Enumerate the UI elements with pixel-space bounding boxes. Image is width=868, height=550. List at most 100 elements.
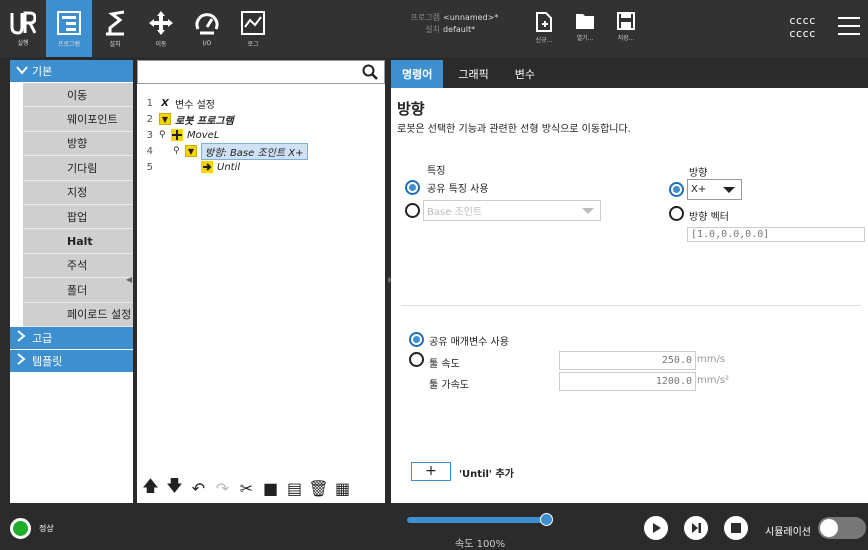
simulation-toggle[interactable]	[818, 517, 866, 539]
cut-icon[interactable]: ✂	[237, 479, 256, 498]
search-icon[interactable]	[362, 64, 378, 80]
new-file-icon	[536, 12, 552, 32]
tab-variables[interactable]: 변수	[504, 60, 546, 88]
log-tab-label: 로그	[247, 40, 259, 48]
move-down-icon[interactable]: 🡇	[165, 476, 184, 498]
basic-category[interactable]: 기본	[10, 60, 133, 83]
feature-radio[interactable]	[405, 203, 420, 218]
status-text: 정상	[39, 524, 54, 533]
paste-icon[interactable]: ▤	[285, 479, 304, 498]
tree-row[interactable]: 3 ⚲ MoveL	[137, 127, 219, 143]
feature-dropdown[interactable]: Base 조인트	[423, 200, 601, 221]
menu-icon[interactable]	[838, 17, 860, 41]
io-tab[interactable]: I/O	[184, 0, 230, 57]
command-item-set-payload[interactable]: 페이로드 설정	[23, 302, 133, 327]
shared-params-radio[interactable]	[409, 332, 424, 347]
robot-arm-icon	[106, 10, 125, 35]
tree-row[interactable]: 2 ▼ 로봇 프로그램	[137, 111, 234, 127]
play-icon[interactable]	[644, 516, 668, 540]
command-item-folder[interactable]: 폴더	[23, 278, 133, 303]
installation-key: 설치	[425, 25, 440, 34]
tree-row-label-selected: 방향: Base 조인트 X+	[201, 142, 308, 160]
tree-row[interactable]: 4 ⚲ ▼ 방향: Base 조인트 X+	[137, 142, 308, 160]
expand-arrow-icon[interactable]: ▼	[159, 113, 171, 125]
save-icon	[617, 12, 635, 30]
shared-feature-radio[interactable]	[405, 180, 420, 195]
installation-tab[interactable]: 설치	[92, 0, 138, 57]
shared-params-label: 공유 매개변수 사용	[429, 337, 509, 348]
advanced-category[interactable]: 고급	[10, 326, 133, 350]
tab-graphics[interactable]: 그래픽	[447, 60, 499, 88]
speed-slider-track[interactable]	[407, 517, 547, 523]
user-info[interactable]: cccc cccc	[789, 14, 816, 40]
copy-icon[interactable]: ■	[261, 479, 280, 498]
program-tab[interactable]: 프로그램	[46, 0, 92, 57]
log-tab[interactable]: 로그	[230, 0, 276, 57]
program-info: 프로그램 <unnamed>* 설치 default*	[404, 12, 499, 36]
tool-speed-radio[interactable]	[409, 352, 424, 367]
move-tab[interactable]: 이동	[138, 0, 184, 57]
chevron-down-icon	[16, 65, 28, 78]
undo-icon[interactable]: ↶	[189, 479, 208, 498]
command-item-waypoint[interactable]: 웨이포인트	[23, 107, 133, 132]
simulation-label: 시뮬레이션	[765, 527, 811, 538]
toggle-knob	[820, 519, 838, 537]
direction-vector-field[interactable]: [1.0,0.0,0.0]	[687, 227, 865, 242]
program-key: 프로그램	[410, 13, 440, 22]
command-item-set[interactable]: 지정	[23, 180, 133, 205]
tree-search-input[interactable]	[137, 60, 385, 84]
new-button[interactable]: 신규...	[524, 12, 564, 48]
add-until-label: 'Until' 추가	[459, 469, 514, 480]
command-item-direction[interactable]: 방향	[23, 131, 133, 157]
command-item-comment[interactable]: 주석	[23, 253, 133, 279]
program-icon	[57, 10, 81, 35]
installation-tab-label: 설치	[109, 40, 121, 48]
add-until-button[interactable]: +	[411, 462, 451, 481]
command-title: 방향	[397, 100, 425, 118]
command-item-popup[interactable]: 팝업	[23, 204, 133, 230]
line-number: 5	[146, 161, 153, 173]
command-description: 로봇은 선택한 기능과 관련한 선형 방식으로 이동합니다.	[397, 124, 631, 135]
open-label: 열기...	[576, 35, 594, 42]
delete-icon[interactable]: 🗑	[308, 479, 328, 498]
command-item-move[interactable]: 이동	[23, 83, 133, 108]
save-button[interactable]: 저장...	[606, 12, 646, 48]
tool-speed-label: 툴 속도	[429, 359, 460, 370]
tab-command[interactable]: 명령어	[391, 60, 444, 88]
direction-axis-radio[interactable]	[669, 182, 684, 197]
templates-category[interactable]: 템플릿	[10, 349, 133, 373]
move-up-icon[interactable]: 🡅	[141, 476, 160, 498]
move-arrows-icon	[149, 10, 173, 35]
stop-icon[interactable]	[724, 516, 748, 540]
chevron-right-icon	[16, 330, 28, 345]
tool-speed-field[interactable]: 250.0	[559, 351, 696, 370]
suppress-icon[interactable]: ▦	[333, 479, 352, 498]
tree-row-label: Until	[217, 161, 241, 173]
io-gauge-icon	[195, 12, 219, 34]
command-tabs: 명령어 그래픽 변수	[391, 60, 868, 88]
redo-icon[interactable]: ↷	[213, 479, 232, 498]
direction-dropdown[interactable]: X+	[687, 179, 742, 200]
tree-row-label: 변수 설정	[175, 99, 215, 111]
step-icon[interactable]	[684, 516, 708, 540]
command-item-halt[interactable]: Halt	[23, 229, 133, 254]
caret-down-icon	[723, 187, 735, 193]
feature-label: 특징	[427, 166, 446, 177]
expand-arrow-icon[interactable]: ▼	[185, 145, 197, 157]
tree-row[interactable]: 1 X 변수 설정	[137, 95, 215, 111]
collapse-left-icon[interactable]: ◀	[126, 275, 132, 284]
shared-feature-label: 공유 특징 사용	[427, 184, 489, 195]
tool-accel-field[interactable]: 1200.0	[559, 372, 696, 391]
run-tab-label: 실행	[17, 39, 29, 47]
status-indicator-icon[interactable]	[10, 518, 31, 539]
open-button[interactable]: 열기...	[565, 12, 605, 48]
speed-slider-handle[interactable]	[540, 513, 553, 526]
line-number: 4	[146, 145, 153, 157]
command-item-wait[interactable]: 기다림	[23, 156, 133, 181]
direction-dropdown-value: X+	[691, 184, 707, 195]
run-tab[interactable]: 실행	[0, 0, 46, 57]
direction-vector-radio[interactable]	[669, 206, 684, 221]
tree-row[interactable]: 5 Until	[137, 159, 240, 175]
move-tab-label: 이동	[155, 40, 167, 48]
tool-accel-label: 툴 가속도	[429, 380, 469, 391]
